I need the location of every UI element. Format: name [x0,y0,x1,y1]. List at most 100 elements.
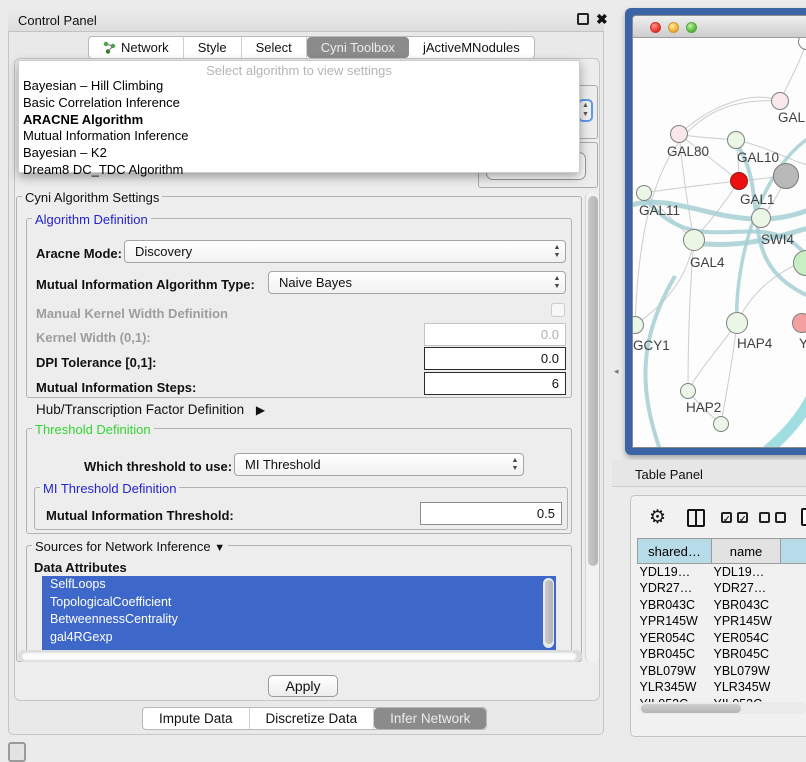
table-row[interactable]: YDR27…YDR27…12 [638,580,806,597]
columns-icon[interactable] [687,509,705,527]
splitter-collapse-arrow[interactable]: ◂ [614,366,619,377]
dropdown-item[interactable]: Bayesian – K2 [19,145,579,162]
which-threshold-label: Which threshold to use: [84,459,232,474]
minimized-panel-icon[interactable] [8,742,26,762]
tab-impute-data[interactable]: Impute Data [143,708,250,729]
network-node-gal80[interactable] [670,125,688,143]
settings-group-title: Cyni Algorithm Settings [22,190,162,205]
mi-algorithm-type-combobox[interactable]: Naive Bayes ▲▼ [268,271,566,294]
dpi-tolerance-label: DPI Tolerance [0,1]: [36,355,156,370]
network-node-gal1-selected[interactable] [730,172,748,190]
tab-label: Infer Network [390,711,470,726]
hub-definition-label: Hub/Transcription Factor Definition [36,402,244,417]
kernel-width-field[interactable]: 0.0 [424,323,566,346]
algorithm-combobox-stepper-focused[interactable]: ▲▼ [578,99,593,122]
aracne-mode-combobox[interactable]: Discovery ▲▼ [124,240,566,263]
data-attributes-list[interactable]: SelfLoops TopologicalCoefficient Between… [42,576,556,650]
table-row[interactable]: YBR045CYBR045C9. [638,646,806,663]
network-node-gal11[interactable] [636,185,652,201]
node-label: GAL80 [667,144,709,159]
tab-style[interactable]: Style [184,37,242,58]
mi-threshold-field[interactable]: 0.5 [420,502,562,525]
scrollbar-thumb[interactable] [21,652,577,661]
dropdown-item[interactable]: Basic Correlation Inference [19,95,579,112]
network-node[interactable] [713,416,729,432]
column-header-partial[interactable] [781,539,806,564]
threshold-definition-title: Threshold Definition [32,422,154,437]
hub-definition-toggle[interactable]: Hub/Transcription Factor Definition ▶ [36,402,265,417]
tab-jactivemnodules[interactable]: jActiveMNodules [409,37,534,58]
tab-discretize-data[interactable]: Discretize Data [250,708,375,729]
dropdown-item-selected[interactable]: ARACNE Algorithm [19,112,579,129]
table-row[interactable]: YLR345WYLR345W9. [638,679,806,696]
gear-icon[interactable]: ⚙ [649,506,666,529]
network-node-swi4[interactable] [751,208,771,228]
scrollbar-thumb[interactable] [588,196,598,566]
deselect-all-checkbox-icon[interactable] [759,512,770,523]
table-row[interactable]: YER054CYER054C8. [638,630,806,647]
network-node-hap4[interactable] [726,312,748,334]
zoom-traffic-light[interactable] [686,22,697,33]
combobox-stepper-icon: ▲▼ [549,244,565,260]
node-label: HAP2 [686,400,721,415]
mi-algorithm-type-label: Mutual Information Algorithm Type: [36,277,255,292]
table-header-row[interactable]: shared… name [638,539,806,564]
table-panel-title: Table Panel [635,467,703,482]
settings-horizontal-scrollbar[interactable] [18,650,582,662]
network-node[interactable] [792,313,806,333]
dropdown-item[interactable]: Bayesian – Hill Climbing [19,78,579,95]
attribute-item[interactable]: SelfLoops [42,576,556,594]
control-panel-title: Control Panel [18,13,97,28]
tab-label: Discretize Data [266,711,358,726]
document-icon[interactable] [801,508,806,526]
node-label: GCY1 [633,338,670,353]
attribute-item[interactable]: gal4RGexp [42,629,556,647]
dpi-tolerance-field[interactable]: 0.0 [424,347,566,370]
tab-select[interactable]: Select [242,37,307,58]
tab-infer-network[interactable]: Infer Network [374,708,486,729]
tab-network[interactable]: Network [89,37,184,58]
manual-kernel-width-checkbox[interactable] [551,303,565,317]
scrollbar-thumb[interactable] [641,704,741,713]
attributes-list-scrollbar[interactable] [543,578,554,648]
attribute-item[interactable]: TopologicalCoefficient [42,594,556,612]
network-node-hap2[interactable] [680,383,696,399]
apply-button[interactable]: Apply [268,675,338,697]
table-row[interactable]: YDL19…YDL19…13 [638,564,806,581]
column-header-shared-name[interactable]: shared… [638,539,712,564]
table-row[interactable]: YBR043CYBR043C [638,597,806,614]
sources-title-text: Sources for Network Inference [35,539,211,554]
bottom-tabbar: Impute Data Discretize Data Infer Networ… [142,707,487,730]
network-canvas[interactable]: GAL GAL80 GAL10 GAL1 GAL11 SWI4 GAL4 GCY… [633,38,806,448]
minimize-traffic-light[interactable] [668,22,679,33]
mi-steps-label: Mutual Information Steps: [36,380,196,395]
network-node-gal10[interactable] [727,131,745,149]
column-header-name[interactable]: name [712,539,781,564]
close-traffic-light[interactable] [650,22,661,33]
node-table[interactable]: shared… name YDL19…YDL19…13 YDR27…YDR27…… [637,538,806,712]
mi-steps-field[interactable]: 6 [424,372,566,395]
close-icon[interactable]: ✖ [596,11,608,28]
top-tabbar: Network Style Select Cyni Toolbox jActiv… [88,36,535,59]
select-all-checkbox-icon[interactable]: ✓ [721,512,732,523]
node-label: GAL11 [639,203,680,218]
node-label: Y [799,336,806,351]
which-threshold-combobox[interactable]: MI Threshold ▲▼ [234,453,524,476]
network-node[interactable] [773,163,799,189]
sources-group-title[interactable]: Sources for Network Inference ▼ [32,539,228,554]
table-row[interactable]: YPR145WYPR145W9. [638,613,806,630]
dropdown-item[interactable]: Mutual Information Inference [19,128,579,145]
select-all-checkbox-icon[interactable]: ✓ [737,512,748,523]
network-node[interactable] [771,92,789,110]
table-horizontal-scrollbar[interactable] [639,702,806,714]
table-row[interactable]: YBL079WYBL079W [638,663,806,680]
tab-cyni-toolbox[interactable]: Cyni Toolbox [307,37,409,58]
settings-vertical-scrollbar[interactable] [585,192,599,662]
deselect-all-checkbox-icon[interactable] [775,512,786,523]
attribute-item[interactable]: BetweennessCentrality [42,611,556,629]
dropdown-item[interactable]: Dream8 DC_TDC Algorithm [19,162,579,179]
network-window-titlebar[interactable] [633,16,806,38]
scrollbar-thumb[interactable] [545,580,553,644]
network-node-gal4[interactable] [683,229,705,251]
float-window-icon[interactable] [577,13,589,25]
